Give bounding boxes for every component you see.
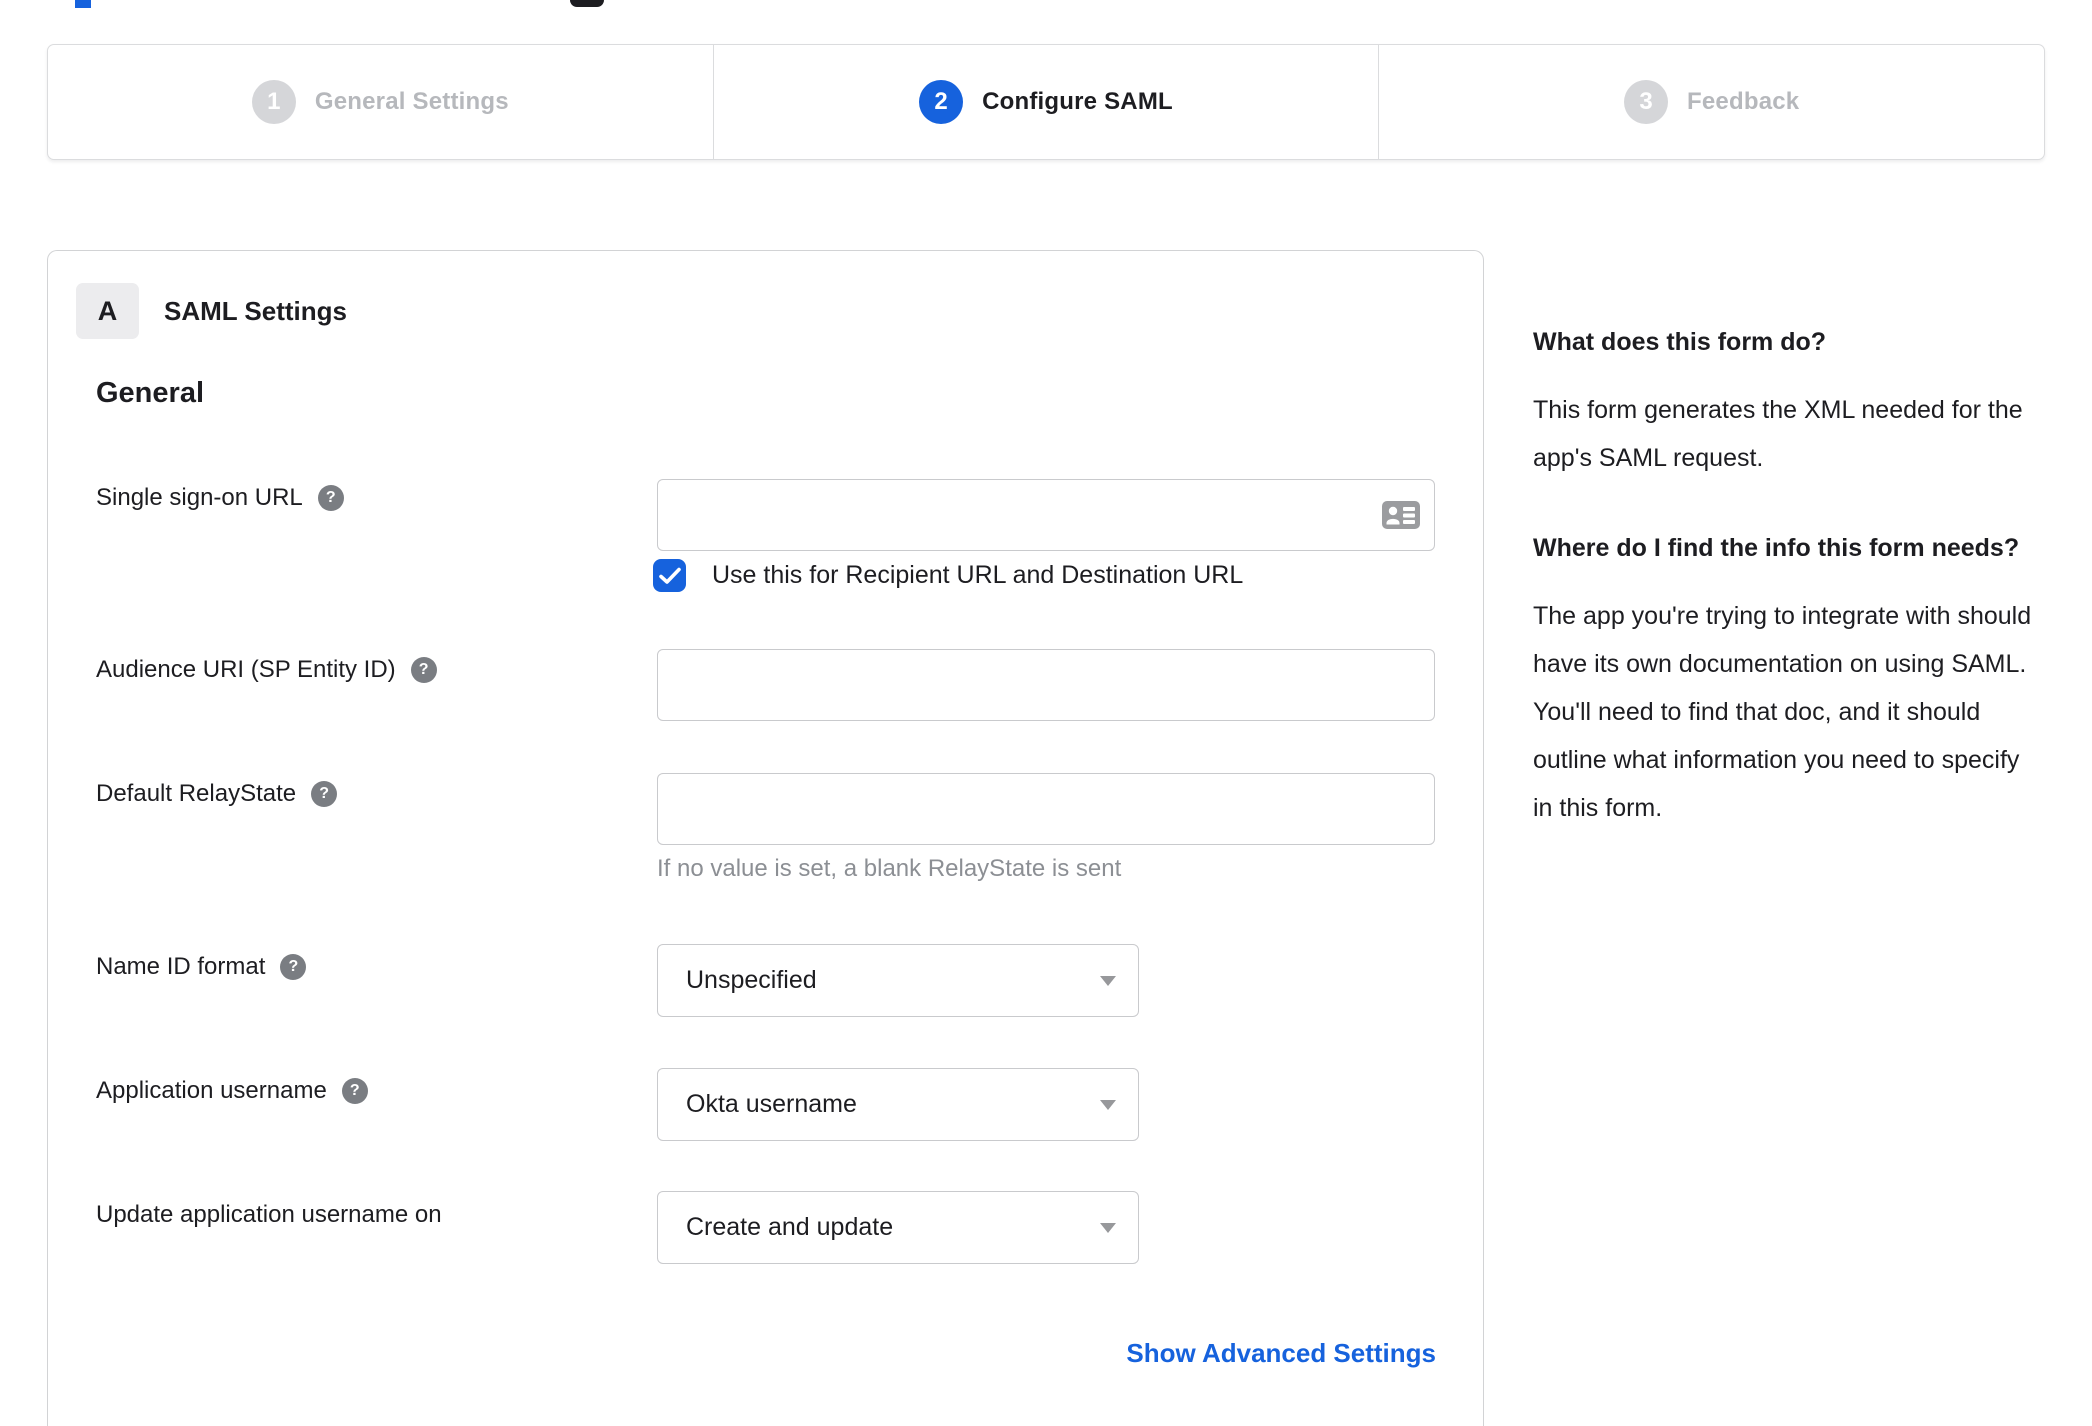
saml-settings-card: A SAML Settings General Single sign-on U… (47, 250, 1484, 1426)
default-relaystate-label-text: Default RelayState (96, 780, 297, 807)
cropped-header-logo-fragment (570, 0, 604, 7)
step-configure-saml[interactable]: 2 Configure SAML (712, 45, 1379, 159)
application-username-label: Application username ? (96, 1077, 368, 1105)
application-username-value: Okta username (686, 1090, 857, 1118)
contact-card-icon (1382, 501, 1420, 529)
section-a-badge: A (76, 283, 139, 339)
caret-down-icon (1100, 1099, 1116, 1110)
single-sign-on-url-input-wrap (657, 479, 1435, 551)
wizard-stepper: 1 General Settings 2 Configure SAML 3 Fe… (47, 44, 2045, 160)
single-sign-on-url-label-text: Single sign-on URL (96, 484, 303, 511)
name-id-format-value: Unspecified (686, 966, 817, 994)
application-username-label-text: Application username (96, 1077, 327, 1104)
default-relaystate-input[interactable] (657, 773, 1435, 845)
step-1-circle: 1 (251, 80, 296, 124)
step-2-label: Configure SAML (982, 88, 1173, 115)
name-id-format-label-text: Name ID format (96, 953, 266, 980)
help-icon[interactable]: ? (311, 781, 338, 807)
single-sign-on-url-input[interactable] (657, 479, 1435, 551)
help-icon[interactable]: ? (317, 485, 344, 511)
caret-down-icon (1100, 1222, 1116, 1233)
update-username-on-label: Update application username on (96, 1201, 442, 1229)
step-3-circle: 3 (1624, 80, 1669, 124)
help-sidebar: What does this form do? This form genera… (1533, 322, 2038, 878)
help-icon[interactable]: ? (410, 657, 437, 683)
update-username-on-select[interactable]: Create and update (657, 1191, 1139, 1264)
sidebar-heading-where: Where do I find the info this form needs… (1533, 534, 2020, 562)
step-general-settings[interactable]: 1 General Settings (48, 45, 713, 159)
name-id-format-label: Name ID format ? (96, 953, 307, 981)
update-username-on-value: Create and update (686, 1213, 894, 1241)
step-1-label: General Settings (314, 88, 509, 115)
audience-uri-label: Audience URI (SP Entity ID) ? (96, 656, 437, 684)
recipient-url-checkbox[interactable] (653, 559, 686, 592)
sidebar-heading-what: What does this form do? (1533, 328, 1827, 356)
sidebar-body-what: This form generates the XML needed for t… (1533, 396, 2023, 472)
audience-uri-label-text: Audience URI (SP Entity ID) (96, 656, 396, 683)
show-advanced-settings-link[interactable]: Show Advanced Settings (1126, 1338, 1436, 1369)
checkmark-icon (658, 567, 681, 584)
update-username-on-label-text: Update application username on (96, 1201, 442, 1228)
step-feedback[interactable]: 3 Feedback (1378, 45, 2044, 159)
step-2-circle: 2 (919, 80, 964, 124)
name-id-format-select[interactable]: Unspecified (657, 944, 1139, 1017)
audience-uri-input[interactable] (657, 649, 1435, 721)
relaystate-hint: If no value is set, a blank RelayState i… (657, 855, 1122, 882)
help-icon[interactable]: ? (341, 1078, 368, 1104)
single-sign-on-url-label: Single sign-on URL ? (96, 484, 344, 512)
recipient-url-checkbox-label[interactable]: Use this for Recipient URL and Destinati… (712, 561, 1243, 590)
group-title-general: General (96, 377, 204, 409)
sidebar-body-where: The app you're trying to integrate with … (1533, 602, 2032, 822)
configure-saml-page: 1 General Settings 2 Configure SAML 3 Fe… (0, 0, 2092, 1426)
caret-down-icon (1100, 975, 1116, 986)
cropped-header-blue-fragment (75, 0, 91, 8)
recipient-url-checkbox-row: Use this for Recipient URL and Destinati… (653, 559, 1243, 592)
step-3-label: Feedback (1687, 88, 1800, 115)
application-username-select[interactable]: Okta username (657, 1068, 1139, 1141)
default-relaystate-label: Default RelayState ? (96, 780, 338, 808)
help-icon[interactable]: ? (280, 954, 307, 980)
section-title: SAML Settings (164, 296, 347, 326)
